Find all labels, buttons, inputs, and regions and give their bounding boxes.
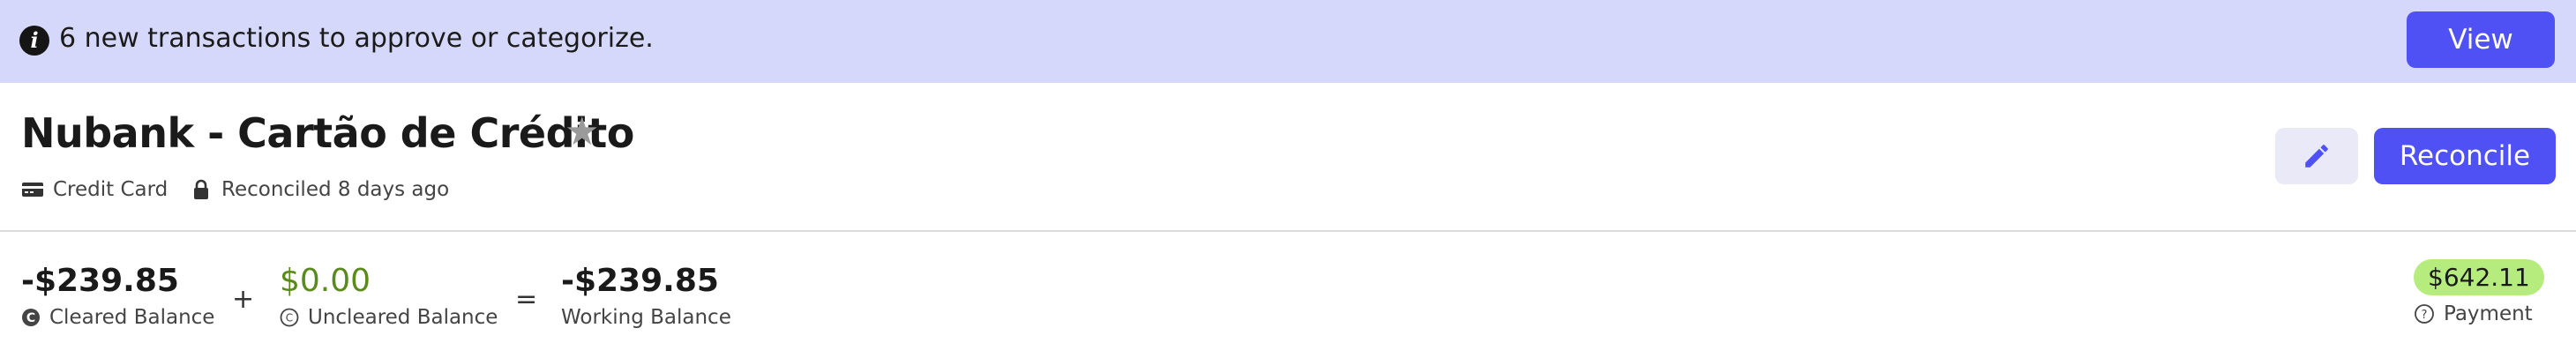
account-header: Nubank - Cartão de Crédito ★ Credit Card…	[0, 83, 2576, 231]
cleared-balance: -$239.85 C Cleared Balance	[21, 263, 214, 329]
account-type: Credit Card	[21, 178, 168, 201]
cleared-amount: -$239.85	[21, 263, 179, 299]
lock-icon	[194, 179, 208, 199]
view-button[interactable]: View	[2407, 11, 2555, 68]
svg-text:C: C	[26, 311, 35, 325]
payment-summary: $642.11 ? Payment	[2414, 259, 2544, 325]
credit-card-icon	[22, 183, 43, 197]
reconciled-label: Reconciled 8 days ago	[221, 178, 450, 201]
working-label: Working Balance	[561, 306, 731, 329]
star-icon[interactable]: ★	[565, 109, 599, 154]
uncleared-amount: $0.00	[280, 263, 371, 299]
reconcile-button[interactable]: Reconcile	[2374, 128, 2556, 184]
uncleared-c-icon: C	[280, 308, 299, 327]
working-balance: -$239.85 Working Balance	[561, 263, 731, 329]
help-circle-icon[interactable]: ?	[2414, 303, 2435, 324]
info-icon: i	[19, 26, 49, 56]
svg-text:?: ?	[2422, 309, 2428, 322]
edit-account-button[interactable]	[2275, 128, 2358, 184]
account-type-label: Credit Card	[53, 178, 168, 201]
banner-message: 6 new transactions to approve or categor…	[59, 23, 654, 54]
payment-amount-badge[interactable]: $642.11	[2414, 259, 2544, 295]
pencil-icon	[2305, 145, 2328, 168]
uncleared-balance: $0.00 C Uncleared Balance	[280, 263, 498, 329]
svg-text:C: C	[286, 312, 293, 324]
payment-label: Payment	[2444, 302, 2533, 325]
uncleared-label: Uncleared Balance	[308, 306, 498, 329]
cleared-label: Cleared Balance	[49, 306, 215, 329]
reconciled-status: Reconciled 8 days ago	[190, 178, 449, 201]
notification-banner: i 6 new transactions to approve or categ…	[0, 0, 2576, 83]
plus-operator: +	[232, 284, 255, 315]
equals-operator: =	[515, 284, 538, 315]
header-divider	[0, 230, 2576, 232]
cleared-c-icon: C	[22, 309, 40, 326]
working-amount: -$239.85	[561, 263, 719, 299]
account-name: Nubank - Cartão de Crédito	[21, 109, 634, 157]
